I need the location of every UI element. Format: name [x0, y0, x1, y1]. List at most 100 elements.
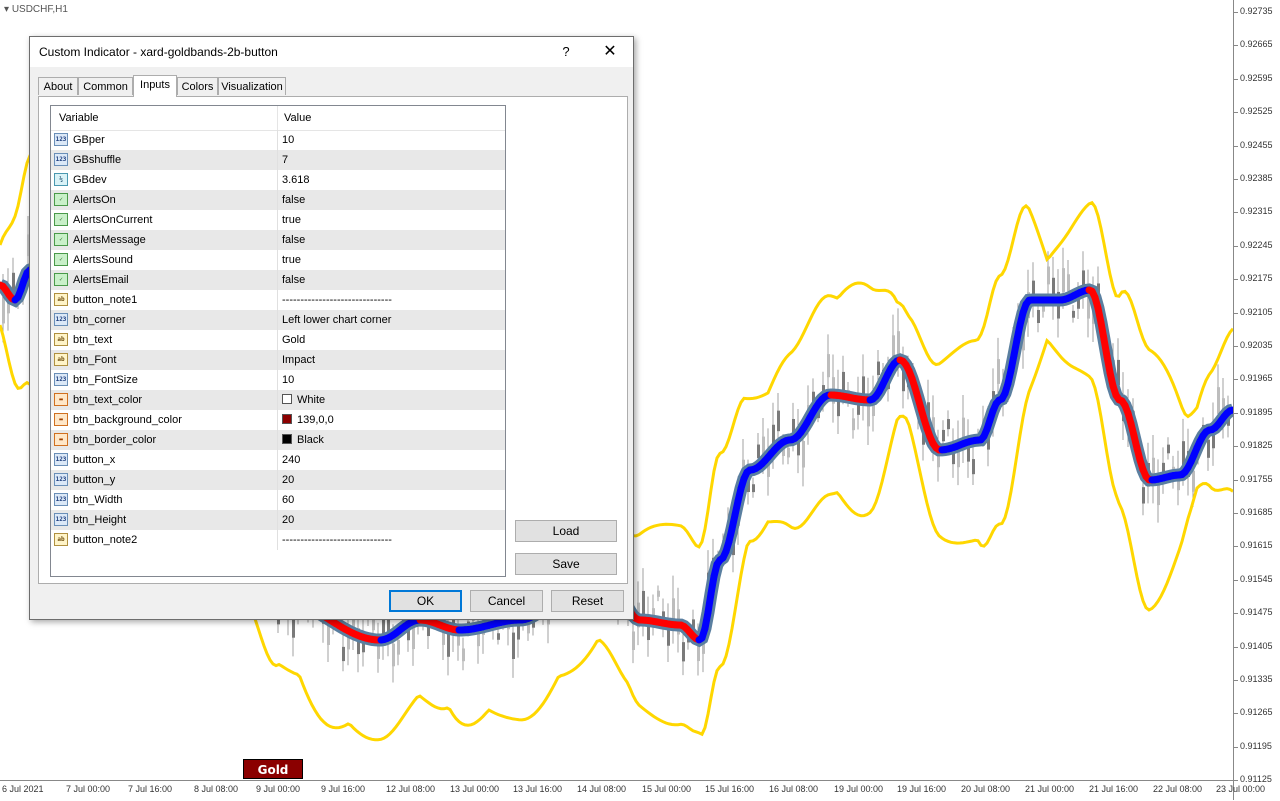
tab-inputs[interactable]: Inputs — [133, 75, 177, 97]
variable-value[interactable]: Black — [297, 434, 324, 446]
tab-common[interactable]: Common — [78, 77, 133, 95]
candle-body — [512, 633, 515, 659]
type-int-icon: 123 — [54, 453, 68, 466]
variable-value[interactable]: White — [297, 394, 325, 406]
time-tick-label: 15 Jul 16:00 — [705, 784, 754, 794]
cell-divider — [277, 510, 278, 530]
table-row[interactable]: abbtn_FontImpact — [51, 350, 505, 370]
dropdown-triangle-icon[interactable]: ▾ — [4, 4, 9, 15]
candle-body — [342, 647, 345, 661]
variable-value[interactable]: 240 — [282, 454, 300, 466]
type-bool-icon: ✓ — [54, 273, 68, 286]
color-swatch[interactable] — [282, 434, 292, 444]
table-row[interactable]: abbutton_note1--------------------------… — [51, 290, 505, 310]
variable-name: GBshuffle — [73, 154, 121, 166]
candle-body — [12, 273, 15, 291]
variable-value[interactable]: false — [282, 234, 305, 246]
variable-name: btn_corner — [73, 314, 126, 326]
variable-value[interactable]: Left lower chart corner — [282, 314, 391, 326]
candle-body — [1207, 440, 1210, 458]
table-row[interactable]: 123button_y20 — [51, 470, 505, 490]
table-row[interactable]: ✓AlertsEmailfalse — [51, 270, 505, 290]
variable-value[interactable]: 10 — [282, 134, 294, 146]
time-tick-label: 7 Jul 16:00 — [128, 784, 172, 794]
variable-name: btn_Width — [73, 494, 123, 506]
variable-value[interactable]: false — [282, 194, 305, 206]
price-tick-label: 0.92175 — [1240, 273, 1273, 283]
cell-divider — [277, 490, 278, 510]
variable-value[interactable]: 10 — [282, 374, 294, 386]
candle-body — [802, 441, 805, 468]
save-button[interactable]: Save — [515, 553, 617, 575]
column-header-value[interactable]: Value — [284, 112, 311, 124]
tab-about[interactable]: About — [38, 77, 78, 95]
type-int-icon: 123 — [54, 313, 68, 326]
variable-value[interactable]: 20 — [282, 474, 294, 486]
tab-colors[interactable]: Colors — [177, 77, 218, 95]
help-button[interactable]: ? — [555, 41, 577, 63]
table-row[interactable]: abbtn_textGold — [51, 330, 505, 350]
time-tick-label: 9 Jul 16:00 — [321, 784, 365, 794]
cell-divider — [277, 230, 278, 250]
table-row[interactable]: 123GBper10 — [51, 130, 505, 150]
variable-value[interactable]: 139,0,0 — [297, 414, 334, 426]
variable-value[interactable]: false — [282, 274, 305, 286]
table-row[interactable]: ✓AlertsOnCurrenttrue — [51, 210, 505, 230]
reset-button[interactable]: Reset — [551, 590, 624, 612]
color-swatch[interactable] — [282, 414, 292, 424]
variable-value[interactable]: Gold — [282, 334, 305, 346]
color-swatch[interactable] — [282, 394, 292, 404]
table-row[interactable]: 123btn_Width60 — [51, 490, 505, 510]
type-int-icon: 123 — [54, 513, 68, 526]
variable-value[interactable]: Impact — [282, 354, 315, 366]
variable-value[interactable]: 20 — [282, 514, 294, 526]
candle-body — [787, 448, 790, 458]
table-row[interactable]: ✓AlertsOnfalse — [51, 190, 505, 210]
chart-gold-button[interactable]: Gold — [243, 759, 303, 779]
table-row[interactable]: ▬btn_background_color139,0,0 — [51, 410, 505, 430]
variable-value[interactable]: true — [282, 214, 301, 226]
variable-value[interactable]: 60 — [282, 494, 294, 506]
price-tick-label: 0.91615 — [1240, 540, 1273, 550]
candle-body — [1142, 487, 1145, 503]
type-str-icon: ab — [54, 533, 68, 546]
variable-value[interactable]: true — [282, 254, 301, 266]
table-row[interactable]: 123btn_FontSize10 — [51, 370, 505, 390]
variable-value[interactable]: 3.618 — [282, 174, 310, 186]
table-row[interactable]: 123btn_Height20 — [51, 510, 505, 530]
time-tick-label: 13 Jul 16:00 — [513, 784, 562, 794]
variable-name: AlertsMessage — [73, 234, 146, 246]
candle-body — [1037, 310, 1040, 323]
cell-divider — [277, 250, 278, 270]
table-row[interactable]: 123GBshuffle7 — [51, 150, 505, 170]
table-row[interactable]: ▬btn_text_colorWhite — [51, 390, 505, 410]
cell-divider — [277, 470, 278, 490]
load-button[interactable]: Load — [515, 520, 617, 542]
ok-button[interactable]: OK — [389, 590, 462, 612]
type-bool-icon: ✓ — [54, 253, 68, 266]
table-row[interactable]: ½GBdev3.618 — [51, 170, 505, 190]
price-tick-label: 0.91265 — [1240, 707, 1273, 717]
table-row[interactable]: ▬btn_border_colorBlack — [51, 430, 505, 450]
table-row[interactable]: abbutton_note2--------------------------… — [51, 530, 505, 550]
cell-divider — [277, 370, 278, 390]
tab-visualization[interactable]: Visualization — [218, 77, 286, 95]
cancel-button[interactable]: Cancel — [470, 590, 543, 612]
table-row[interactable]: 123button_x240 — [51, 450, 505, 470]
type-str-icon: ab — [54, 333, 68, 346]
column-header-variable[interactable]: Variable — [59, 112, 99, 124]
column-divider[interactable] — [277, 106, 278, 130]
variable-value[interactable]: ------------------------------ — [282, 534, 392, 546]
dialog-title-bar[interactable]: Custom Indicator - xard-goldbands-2b-but… — [30, 37, 633, 67]
table-header: Variable Value — [51, 106, 505, 131]
variable-value[interactable]: ------------------------------ — [282, 294, 392, 306]
table-row[interactable]: ✓AlertsSoundtrue — [51, 250, 505, 270]
table-row[interactable]: 123 btn_corner Left lower chart corner — [51, 310, 505, 330]
variable-value[interactable]: 7 — [282, 154, 288, 166]
variable-name: btn_background_color — [73, 414, 182, 426]
candle-body — [392, 644, 395, 667]
close-button[interactable]: ✕ — [598, 41, 622, 63]
cell-divider — [277, 350, 278, 370]
custom-indicator-dialog: Custom Indicator - xard-goldbands-2b-but… — [29, 36, 634, 620]
table-row[interactable]: ✓AlertsMessagefalse — [51, 230, 505, 250]
